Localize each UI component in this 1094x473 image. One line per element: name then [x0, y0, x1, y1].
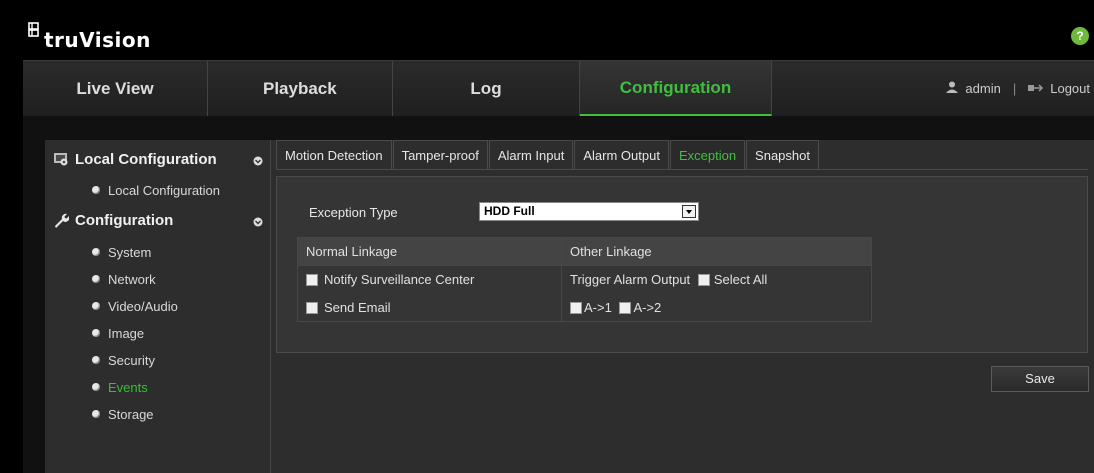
bullet-icon — [92, 275, 100, 283]
send-email-label: Send Email — [324, 299, 391, 315]
tab-divider — [276, 169, 1088, 170]
sidebar-item-label: Network — [108, 271, 156, 287]
main-nav: Live View Playback Log Configuration adm… — [23, 60, 1094, 117]
sidebar-item-label: Video/Audio — [108, 298, 178, 314]
sidebar-item-label: Local Configuration — [108, 182, 221, 198]
notify-center-checkbox[interactable] — [306, 274, 318, 287]
sidebar-item-label: System — [108, 244, 152, 260]
trigger-alarm-label: Trigger Alarm Output — [570, 272, 691, 288]
brand-name: truVision — [44, 28, 151, 52]
bullet-icon — [92, 302, 100, 310]
select-all-checkbox[interactable] — [697, 274, 710, 287]
bullet-icon — [92, 186, 100, 194]
event-subtabs: Motion Detection Tamper-proof Alarm Inpu… — [276, 140, 820, 169]
trigger-alarm-cell: Trigger Alarm Output Select All — [561, 265, 872, 294]
sidebar-item-video-audio[interactable]: Video/Audio — [92, 297, 178, 315]
sidebar-section-local-configuration[interactable]: Local Configuration — [53, 147, 263, 171]
linkage-table: Normal Linkage Other Linkage Notify Surv… — [297, 237, 872, 322]
exception-type-label: Exception Type — [309, 205, 398, 220]
sidebar-item-image[interactable]: Image — [92, 324, 144, 342]
bullet-icon — [92, 410, 100, 418]
notify-center-cell: Notify Surveillance Center — [297, 265, 562, 294]
bullet-icon — [92, 356, 100, 364]
username: admin — [965, 81, 1001, 96]
tab-alarm-input[interactable]: Alarm Input — [488, 140, 574, 169]
exception-type-select[interactable]: HDD Full — [479, 202, 699, 221]
sidebar-item-label: Storage — [108, 406, 154, 422]
tab-motion-detection[interactable]: Motion Detection — [276, 140, 392, 169]
brand-mark-icon — [28, 22, 42, 38]
send-email-checkbox[interactable] — [306, 301, 318, 314]
sidebar-item-label: Image — [108, 325, 145, 341]
bullet-icon — [92, 383, 100, 391]
nav-tab-configuration[interactable]: Configuration — [580, 61, 772, 117]
sidebar-item-storage[interactable]: Storage — [92, 405, 154, 423]
send-email-cell: Send Email — [297, 293, 562, 322]
user-separator: | — [1012, 81, 1017, 96]
sidebar-section-configuration[interactable]: Configuration — [53, 208, 263, 232]
tab-exception[interactable]: Exception — [669, 140, 746, 169]
save-button[interactable]: Save — [991, 366, 1089, 392]
wrench-icon — [53, 212, 70, 228]
help-icon[interactable]: ? — [1071, 27, 1089, 45]
sidebar-item-label: Events — [108, 379, 148, 395]
logout-icon[interactable] — [1028, 81, 1044, 96]
logout-link[interactable]: Logout — [1050, 81, 1090, 96]
other-linkage-header: Other Linkage — [561, 237, 872, 266]
nav-tab-live-view[interactable]: Live View — [23, 61, 208, 117]
chevron-down-icon[interactable] — [682, 205, 696, 218]
user-icon — [945, 81, 959, 96]
sidebar-section-title: Configuration — [75, 211, 174, 229]
sidebar-item-label: Security — [108, 352, 155, 368]
nav-tab-log[interactable]: Log — [393, 61, 580, 117]
local-config-icon — [53, 151, 69, 167]
tab-alarm-output[interactable]: Alarm Output — [574, 140, 669, 169]
sidebar-item-network[interactable]: Network — [92, 270, 156, 288]
sidebar-item-security[interactable]: Security — [92, 351, 155, 369]
tab-tamper-proof[interactable]: Tamper-proof — [392, 140, 488, 169]
tab-snapshot[interactable]: Snapshot — [746, 140, 819, 169]
nav-tab-playback[interactable]: Playback — [208, 61, 393, 117]
notify-center-label: Notify Surveillance Center — [324, 272, 475, 288]
chevron-down-icon[interactable] — [253, 153, 263, 166]
output-1-checkbox[interactable] — [570, 301, 582, 314]
exception-type-value: HDD Full — [484, 204, 535, 218]
select-all-label: Select All — [713, 272, 768, 288]
normal-linkage-header: Normal Linkage — [297, 237, 562, 266]
sidebar-item-local-configuration[interactable]: Local Configuration — [92, 181, 220, 199]
sidebar-item-events[interactable]: Events — [92, 378, 148, 396]
output-1-label: A->1 — [584, 299, 612, 315]
sidebar-section-title: Local Configuration — [75, 150, 217, 168]
bullet-icon — [92, 248, 100, 256]
sidebar-item-system[interactable]: System — [92, 243, 151, 261]
output-2-checkbox[interactable] — [619, 301, 632, 314]
bullet-icon — [92, 329, 100, 337]
top-bar: truVision ? — [0, 0, 1094, 60]
brand-logo: truVision — [28, 22, 151, 52]
output-2-label: A->2 — [633, 299, 662, 315]
alarm-outputs-cell: A->1 A->2 — [561, 293, 872, 322]
user-area: admin | Logout — [772, 61, 1094, 116]
chevron-down-icon[interactable] — [253, 214, 263, 227]
